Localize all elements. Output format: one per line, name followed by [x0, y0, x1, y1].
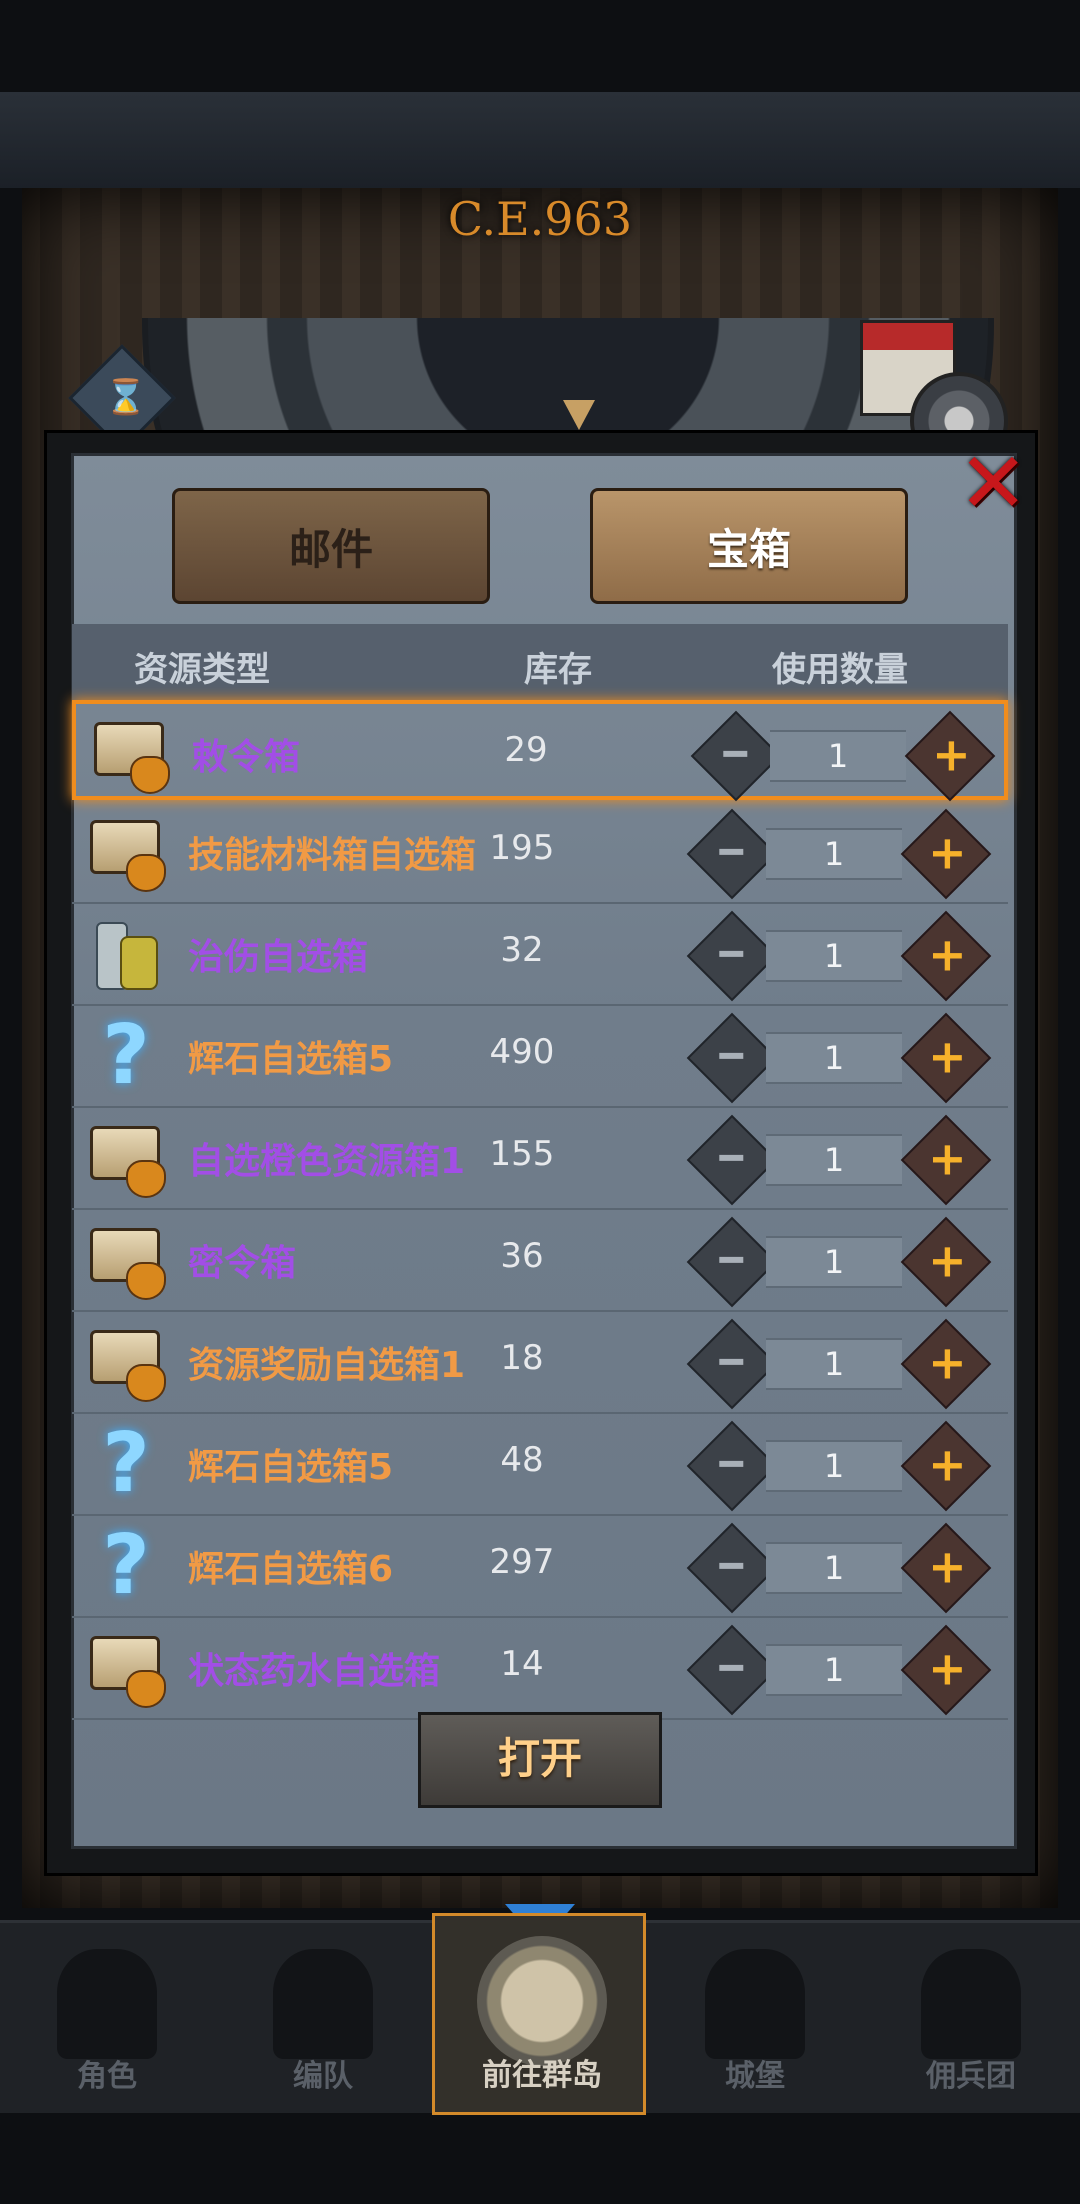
use-count-field[interactable]: 1 — [770, 730, 906, 782]
nav-icon — [921, 1949, 1021, 2059]
item-stock: 195 — [489, 828, 555, 868]
year-label: C.E.963 — [447, 192, 633, 246]
minus-button[interactable] — [686, 1012, 778, 1104]
item-name: 辉石自选箱5 — [188, 1447, 394, 1488]
table-row[interactable]: 密令箱 36 1 — [72, 1210, 1008, 1312]
use-count-field[interactable]: 1 — [766, 1134, 902, 1186]
item-stock: 490 — [489, 1032, 555, 1072]
minus-button[interactable] — [690, 710, 782, 802]
plus-button[interactable] — [900, 1420, 992, 1512]
chest-icon — [90, 1224, 166, 1300]
table-row[interactable]: 技能材料箱自选箱 195 1 — [72, 802, 1008, 904]
chest-icon — [94, 718, 170, 794]
bottom-nav: 角色 编队 前往群岛 城堡 佣兵团 — [0, 1913, 1080, 2115]
nav-item-1[interactable]: 编队 — [216, 1923, 430, 2113]
item-name: 状态药水自选箱 — [188, 1651, 441, 1692]
plus-button[interactable] — [900, 1318, 992, 1410]
chest-icon — [90, 816, 166, 892]
nav-label: 佣兵团 — [926, 2059, 1016, 2094]
table-header: 资源类型 库存 使用数量 — [72, 624, 1008, 700]
minus-button[interactable] — [686, 1624, 778, 1716]
minus-button[interactable] — [686, 1216, 778, 1308]
item-name: 辉石自选箱5 — [188, 1039, 394, 1080]
question-icon: ? — [102, 1008, 150, 1103]
table-row[interactable]: ? 辉石自选箱5 490 1 — [72, 1006, 1008, 1108]
close-button[interactable]: ✕ — [958, 441, 1028, 525]
top-bar — [0, 92, 1080, 188]
chest-icon — [90, 1632, 166, 1708]
use-count-field[interactable]: 1 — [766, 1236, 902, 1288]
table-row[interactable]: 资源奖励自选箱1 18 1 — [72, 1312, 1008, 1414]
item-name: 治伤自选箱 — [188, 937, 369, 978]
table-row[interactable]: 治伤自选箱 32 1 — [72, 904, 1008, 1006]
item-name: 敕令箱 — [192, 737, 301, 778]
chest-icon — [90, 1326, 166, 1402]
plus-button[interactable] — [900, 910, 992, 1002]
table-row[interactable]: ? 辉石自选箱5 48 1 — [72, 1414, 1008, 1516]
plus-button[interactable] — [904, 710, 996, 802]
chest-icon — [90, 1122, 166, 1198]
use-count-field[interactable]: 1 — [766, 930, 902, 982]
item-stock: 32 — [500, 930, 544, 970]
open-button[interactable]: 打开 — [418, 1712, 662, 1808]
nav-item-2[interactable]: 前往群岛 — [432, 1913, 646, 2115]
item-stock: 36 — [500, 1236, 544, 1276]
table-row[interactable]: 敕令箱 29 1 — [72, 700, 1008, 802]
item-name: 自选橙色资源箱1 — [188, 1141, 466, 1182]
use-count-field[interactable]: 1 — [766, 1644, 902, 1696]
item-stock: 14 — [500, 1644, 544, 1684]
table-row[interactable]: ? 辉石自选箱6 297 1 — [72, 1516, 1008, 1618]
minus-button[interactable] — [686, 1318, 778, 1410]
plus-button[interactable] — [900, 1624, 992, 1716]
item-name: 密令箱 — [188, 1243, 297, 1284]
nav-label: 城堡 — [725, 2059, 785, 2094]
nav-item-3[interactable]: 城堡 — [648, 1923, 862, 2113]
dial-pointer-icon — [563, 400, 595, 430]
use-count-field[interactable]: 1 — [766, 1440, 902, 1492]
plus-button[interactable] — [900, 1114, 992, 1206]
column-type[interactable]: 资源类型 — [134, 642, 270, 691]
nav-item-0[interactable]: 角色 — [0, 1923, 214, 2113]
item-name: 技能材料箱自选箱 — [188, 835, 477, 876]
table-row[interactable]: 状态药水自选箱 14 1 — [72, 1618, 1008, 1720]
nav-icon — [705, 1949, 805, 2059]
column-stock: 库存 — [524, 650, 592, 690]
item-stock: 48 — [500, 1440, 544, 1480]
minus-button[interactable] — [686, 1114, 778, 1206]
nav-label: 前往群岛 — [482, 2058, 602, 2093]
minus-button[interactable] — [686, 910, 778, 1002]
potion-icon — [90, 918, 162, 990]
nav-icon — [477, 1936, 607, 2066]
use-count-field[interactable]: 1 — [766, 1542, 902, 1594]
nav-icon — [273, 1949, 373, 2059]
nav-label: 角色 — [77, 2059, 137, 2094]
item-name: 资源奖励自选箱1 — [188, 1345, 466, 1386]
minus-button[interactable] — [686, 1522, 778, 1614]
plus-button[interactable] — [900, 808, 992, 900]
tab-chest[interactable]: 宝箱 — [590, 488, 908, 604]
plus-button[interactable] — [900, 1216, 992, 1308]
item-stock: 297 — [489, 1542, 555, 1582]
minus-button[interactable] — [686, 1420, 778, 1512]
plus-button[interactable] — [900, 1012, 992, 1104]
table-row[interactable]: 自选橙色资源箱1 155 1 — [72, 1108, 1008, 1210]
plus-button[interactable] — [900, 1522, 992, 1614]
tab-mail[interactable]: 邮件 — [172, 488, 490, 604]
minus-button[interactable] — [686, 808, 778, 900]
nav-icon — [57, 1949, 157, 2059]
item-stock: 18 — [500, 1338, 544, 1378]
item-stock: 155 — [489, 1134, 555, 1174]
question-icon: ? — [102, 1416, 150, 1511]
use-count-field[interactable]: 1 — [766, 828, 902, 880]
nav-label: 编队 — [293, 2059, 353, 2094]
nav-item-4[interactable]: 佣兵团 — [864, 1923, 1078, 2113]
question-icon: ? — [102, 1518, 150, 1613]
use-count-field[interactable]: 1 — [766, 1032, 902, 1084]
use-count-field[interactable]: 1 — [766, 1338, 902, 1390]
item-stock: 29 — [504, 730, 548, 770]
column-use-count: 使用数量 — [772, 650, 908, 690]
item-name: 辉石自选箱6 — [188, 1549, 394, 1590]
